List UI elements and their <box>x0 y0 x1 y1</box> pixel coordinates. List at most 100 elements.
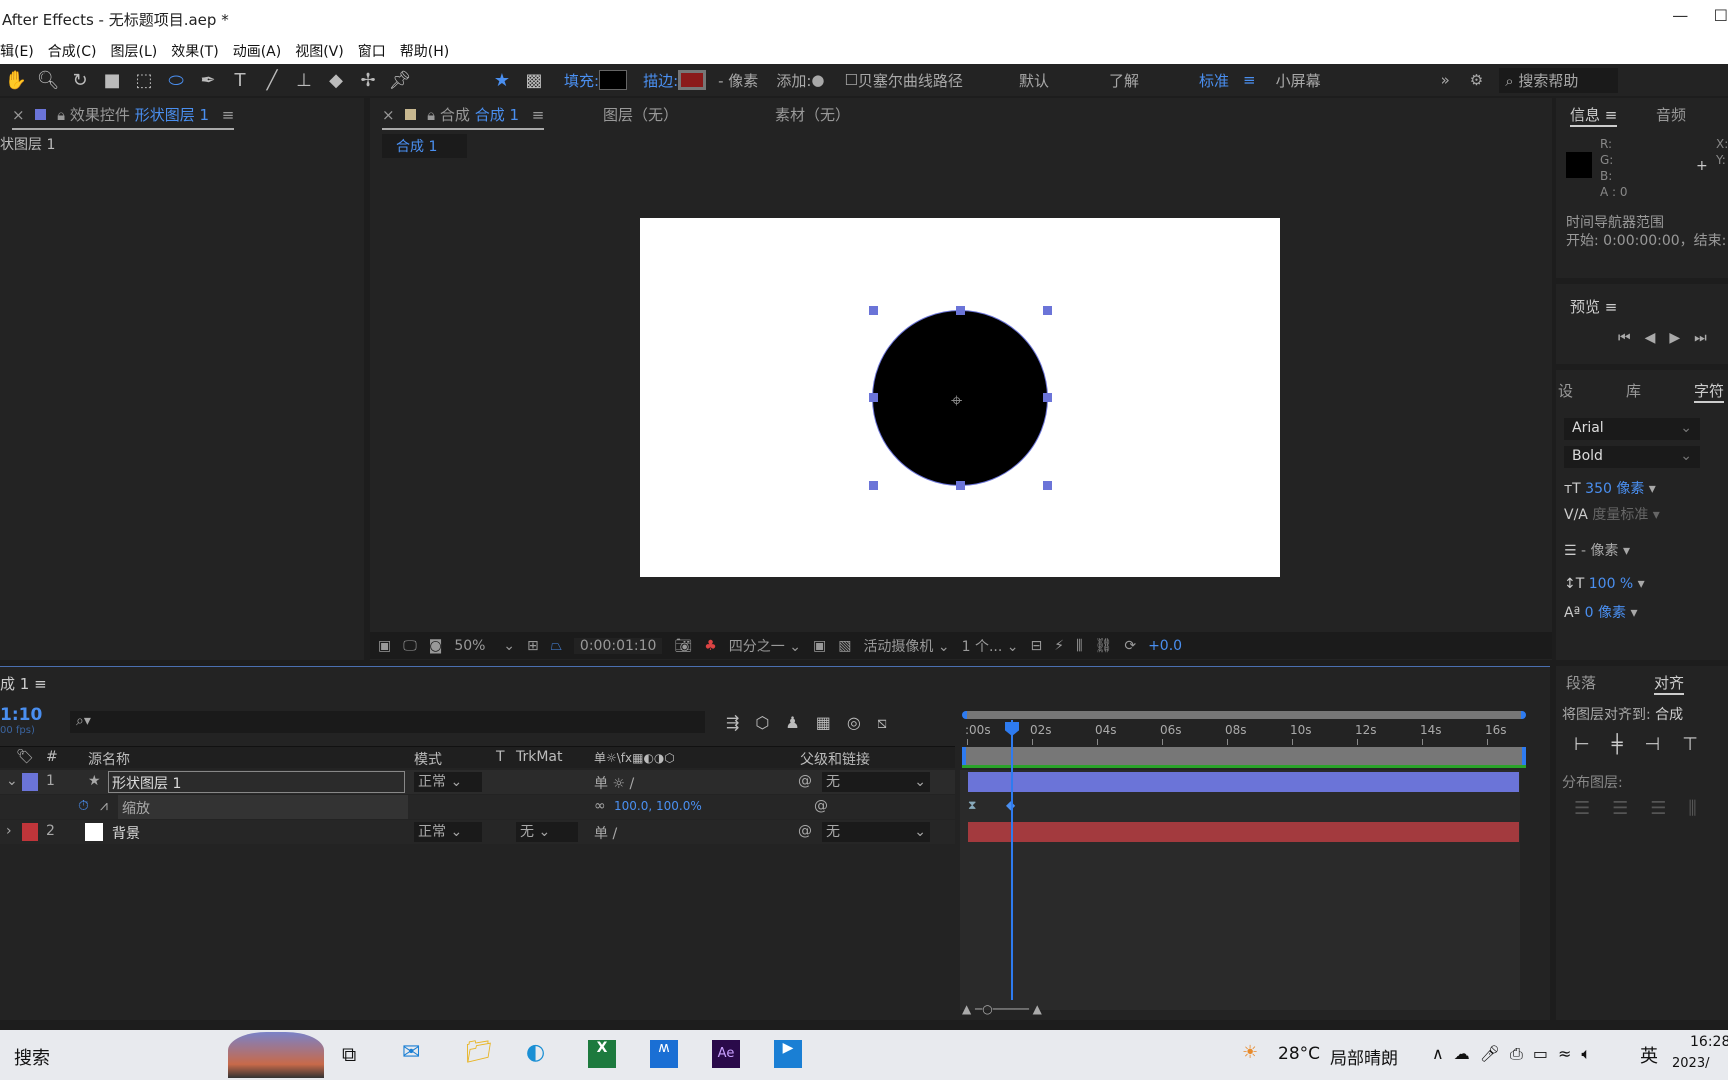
layer-name[interactable]: 背景 <box>112 823 140 843</box>
workspace-small-screen[interactable]: 小屏幕 <box>1276 70 1321 91</box>
draft-3d-icon[interactable]: ⬡ <box>755 713 785 732</box>
fast-preview-icon[interactable]: ⚡︎ <box>1054 638 1064 654</box>
preview-tab[interactable]: 预览 <box>1570 298 1600 316</box>
lock-icon[interactable]: 🔒︎ <box>427 106 435 124</box>
anchor-point-icon[interactable]: ⌖ <box>951 388 962 412</box>
close-tab-icon[interactable]: × <box>382 106 395 124</box>
timeline-current-time[interactable]: 1:10 <box>0 705 42 725</box>
motion-blur-icon[interactable]: ◎ <box>847 713 877 732</box>
menu-help[interactable]: 帮助(H) <box>400 41 449 64</box>
monitor-icon[interactable]: 🖵︎ <box>403 638 417 654</box>
bbox-handle[interactable] <box>956 481 965 490</box>
comp-mini-flowchart-icon[interactable]: ⇶ <box>726 713 755 732</box>
audio-tab[interactable]: 音频 <box>1656 104 1686 125</box>
workspace-default[interactable]: 默认 <box>1019 70 1049 91</box>
more-workspaces-icon[interactable]: » <box>1441 71 1450 89</box>
tab-paragraph[interactable]: 段落 <box>1566 672 1596 693</box>
vertical-scale-value[interactable]: 100 % <box>1589 576 1633 592</box>
tab-presets[interactable]: 设 <box>1558 380 1573 401</box>
stroke-label[interactable]: 描边: <box>643 70 678 91</box>
workspace-settings-icon[interactable]: ⚙ <box>1470 71 1483 89</box>
prev-frame-icon[interactable]: ◀ <box>1645 330 1670 346</box>
play-icon[interactable]: ▶ <box>1669 330 1694 346</box>
stopwatch-icon[interactable]: ⏱ <box>78 798 89 814</box>
info-tab[interactable]: 信息 <box>1570 106 1600 124</box>
font-style-select[interactable]: Bold ⌄ <box>1564 446 1700 468</box>
flowchart-icon[interactable]: ⛓︎ <box>1095 638 1113 654</box>
roto-brush-tool-icon[interactable]: ✢ <box>352 70 384 91</box>
text-tool-icon[interactable]: T <box>224 70 256 91</box>
layer-row[interactable]: ⌄ 1 ★ 形状图层 1 正常 ⌄ 单 ☼ / @ 无 ⌄ <box>0 770 955 794</box>
star-icon[interactable]: ★ <box>486 70 518 91</box>
align-left-icon[interactable]: ⊢ <box>1574 734 1612 755</box>
timeline-icon[interactable]: ⫼ <box>1076 638 1082 654</box>
workspace-learn[interactable]: 了解 <box>1109 70 1139 91</box>
scale-value[interactable]: 100.0, 100.0% <box>614 799 702 813</box>
menu-edit[interactable]: 辑(E) <box>0 41 34 64</box>
always-preview-icon[interactable]: ▣ <box>378 638 391 654</box>
bbox-handle[interactable] <box>869 306 878 315</box>
layer-mode-select[interactable]: 正常 ⌄ <box>414 822 482 842</box>
layer-label-color[interactable] <box>22 773 38 791</box>
layer-duration-bar[interactable] <box>968 772 1519 792</box>
weather-temp[interactable]: 28°C <box>1278 1044 1320 1064</box>
tray-icons[interactable]: ∧☁🎤︎⎙▭≈🔈︎ <box>1432 1044 1601 1064</box>
menu-layer[interactable]: 图层(L) <box>110 41 157 64</box>
bezier-checkbox[interactable]: ☐ <box>844 71 857 89</box>
font-family-select[interactable]: Arial ⌄ <box>1564 418 1700 440</box>
weather-desc[interactable]: 局部晴朗 <box>1330 1044 1398 1069</box>
resolution-select[interactable]: 四分之一 ⌄ <box>729 636 801 656</box>
bbox-handle[interactable] <box>869 481 878 490</box>
menu-effect[interactable]: 效果(T) <box>171 41 218 64</box>
after-effects-icon[interactable]: Ae <box>712 1040 740 1068</box>
panel-menu-icon[interactable]: ≡ <box>222 106 235 124</box>
menu-view[interactable]: 视图(V) <box>295 41 344 64</box>
zoom-slider[interactable]: ▲ ─○───── ▲ <box>962 1002 1042 1016</box>
stroke-swatch[interactable] <box>678 70 707 90</box>
next-frame-icon[interactable]: ⏭ <box>1694 330 1721 346</box>
comp-breadcrumb[interactable]: 合成 1 <box>382 134 468 158</box>
ellipse-tool-icon[interactable]: ⬭ <box>160 70 192 91</box>
ime-indicator[interactable]: 英 <box>1640 1042 1658 1068</box>
effect-controls-tab[interactable]: 效果控件 <box>70 106 130 124</box>
clock-time[interactable]: 16:28 <box>1690 1034 1728 1050</box>
pickwhip-icon[interactable]: @ <box>814 798 828 814</box>
add-label[interactable]: 添加: <box>776 70 811 91</box>
vr-icon[interactable]: ◙ <box>429 638 443 654</box>
workspace-menu-icon[interactable]: ≡ <box>1243 71 1256 89</box>
edge-icon[interactable]: ◐ <box>526 1040 545 1065</box>
timeline-tab[interactable]: 成 1 <box>0 675 29 693</box>
stroke-width-value[interactable]: - 像素 <box>1581 543 1619 559</box>
expand-chevron-icon[interactable]: ⌄ <box>6 773 18 789</box>
hand-tool-icon[interactable]: ✋ <box>0 70 32 91</box>
layer-switches[interactable]: 单 / <box>594 823 617 843</box>
panel-menu-icon[interactable]: ≡ <box>532 106 545 124</box>
shy-icon[interactable]: ♟ <box>785 713 815 732</box>
zoom-select[interactable]: 50% ⌄ <box>454 638 515 654</box>
bbox-handle[interactable] <box>1043 481 1052 490</box>
excel-icon[interactable]: X <box>588 1040 616 1068</box>
media-player-icon[interactable]: ▶ <box>774 1040 802 1068</box>
mask-icon[interactable]: ▩ <box>518 70 550 91</box>
first-frame-icon[interactable]: ⏮ <box>1618 330 1645 346</box>
work-area-bar[interactable] <box>962 711 1526 719</box>
layer-search-input[interactable]: ⌕▾ <box>70 711 705 733</box>
clock-date[interactable]: 2023/ <box>1672 1056 1709 1071</box>
layer-duration-bar[interactable] <box>968 822 1519 842</box>
views-select[interactable]: 1 个... ⌄ <box>962 636 1019 656</box>
parent-select[interactable]: 无 ⌄ <box>822 772 930 792</box>
add-icon[interactable]: ● <box>811 71 824 89</box>
mail-icon[interactable]: ✉ <box>402 1040 420 1065</box>
bbox-handle[interactable] <box>1043 393 1052 402</box>
align-to-select[interactable]: 合成 <box>1655 707 1683 723</box>
tab-character[interactable]: 字符 <box>1694 380 1725 403</box>
taskbar-search[interactable]: 搜索 <box>14 1044 50 1070</box>
brush-tool-icon[interactable]: ╱ <box>256 70 288 91</box>
current-time[interactable]: 0:00:01:10 <box>573 637 663 654</box>
expand-chevron-icon[interactable]: › <box>6 823 12 839</box>
parent-select[interactable]: 无 ⌄ <box>822 822 930 842</box>
time-navigator[interactable] <box>962 747 1526 765</box>
composition-tab[interactable]: 合成 <box>440 106 470 124</box>
exposure-value[interactable]: +0.0 <box>1148 638 1182 654</box>
align-top-icon[interactable]: ⊤ <box>1682 734 1720 755</box>
